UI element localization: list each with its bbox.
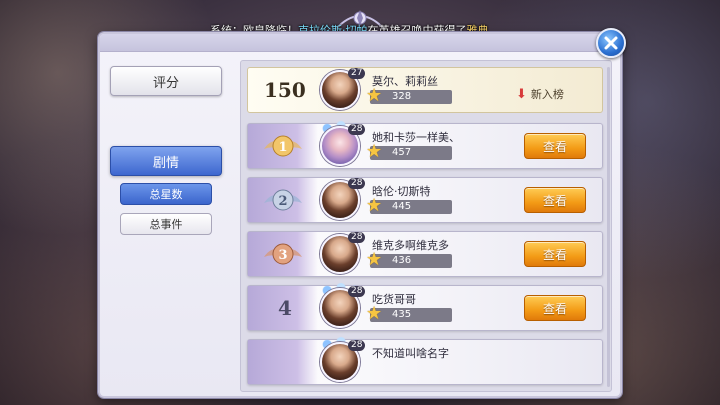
scrollbar[interactable] xyxy=(607,67,610,387)
level-badge: 27 xyxy=(348,68,366,79)
level-badge: 28 xyxy=(348,340,366,351)
rank-row: 28 不知道叫啥名字 xyxy=(247,336,603,385)
leaderboard-panel: 评分 剧情 总星数 总事件 150 27 莫尔、莉莉丝 ★ 328 ⬇ 新入榜 1 xyxy=(98,32,622,398)
star-icon: ★ xyxy=(366,195,383,216)
ranking-list[interactable]: 150 27 莫尔、莉莉丝 ★ 328 ⬇ 新入榜 1 28 她和卡莎一样美、 ★ xyxy=(240,60,612,392)
medal-rank-number: 1 xyxy=(278,140,287,155)
player-name: 维克多啊维克多 xyxy=(372,239,449,252)
close-button[interactable] xyxy=(596,28,626,58)
close-icon xyxy=(604,36,618,50)
level-badge: 28 xyxy=(348,286,366,297)
self-rank-number: 150 xyxy=(264,78,306,102)
star-count: 435 xyxy=(392,309,412,320)
player-name: 不知道叫啥名字 xyxy=(372,347,449,360)
medal-rank-number: 2 xyxy=(278,194,287,209)
level-badge: 28 xyxy=(348,124,366,135)
rank-row: 4 28 吃货哥哥 ★ 435 查看 xyxy=(247,282,603,331)
arrow-down-icon: ⬇ xyxy=(516,87,527,102)
level-badge: 28 xyxy=(348,178,366,189)
view-button[interactable]: 查看 xyxy=(524,241,586,267)
medal-rank-number: 3 xyxy=(278,248,287,263)
total-stars-subtab[interactable]: 总星数 xyxy=(120,183,212,205)
bronze-medal-icon: 3 xyxy=(264,243,302,265)
star-icon: ★ xyxy=(366,249,383,270)
view-button[interactable]: 查看 xyxy=(524,133,586,159)
status-text: 新入榜 xyxy=(530,88,564,101)
gold-medal-icon: 1 xyxy=(264,135,302,157)
star-icon: ★ xyxy=(366,85,383,106)
rank-row: 3 28 维克多啊维克多 ★ 436 查看 xyxy=(247,231,603,277)
star-icon: ★ xyxy=(366,303,383,324)
rank-row: 1 28 她和卡莎一样美、 ★ 457 查看 xyxy=(247,120,603,169)
star-icon: ★ xyxy=(366,141,383,162)
star-count: 436 xyxy=(392,255,412,266)
star-count: 445 xyxy=(392,201,412,212)
rank-number: 4 xyxy=(278,296,292,320)
star-count-bar: ★ 457 xyxy=(366,142,452,162)
self-rank-card: 150 27 莫尔、莉莉丝 ★ 328 ⬇ 新入榜 xyxy=(247,67,603,113)
view-button[interactable]: 查看 xyxy=(524,187,586,213)
star-count-bar: ★ 435 xyxy=(366,304,452,324)
star-count-bar: ★ 445 xyxy=(366,196,452,216)
panel-topbar xyxy=(100,34,620,52)
new-entry-status: ⬇ 新入榜 xyxy=(516,86,564,102)
player-name: 她和卡莎一样美、 xyxy=(372,131,460,144)
star-count: 457 xyxy=(392,147,412,158)
view-button[interactable]: 查看 xyxy=(524,295,586,321)
star-count-bar: ★ 328 xyxy=(366,86,452,106)
silver-medal-icon: 2 xyxy=(264,189,302,211)
rank-row: 2 28 晗伦·切斯特 ★ 445 查看 xyxy=(247,177,603,223)
story-tab[interactable]: 剧情 xyxy=(110,146,222,176)
star-count: 328 xyxy=(392,91,412,102)
score-tab[interactable]: 评分 xyxy=(110,66,222,96)
total-events-subtab[interactable]: 总事件 xyxy=(120,213,212,235)
level-badge: 28 xyxy=(348,232,366,243)
rank-background xyxy=(248,340,318,384)
star-count-bar: ★ 436 xyxy=(366,250,452,270)
